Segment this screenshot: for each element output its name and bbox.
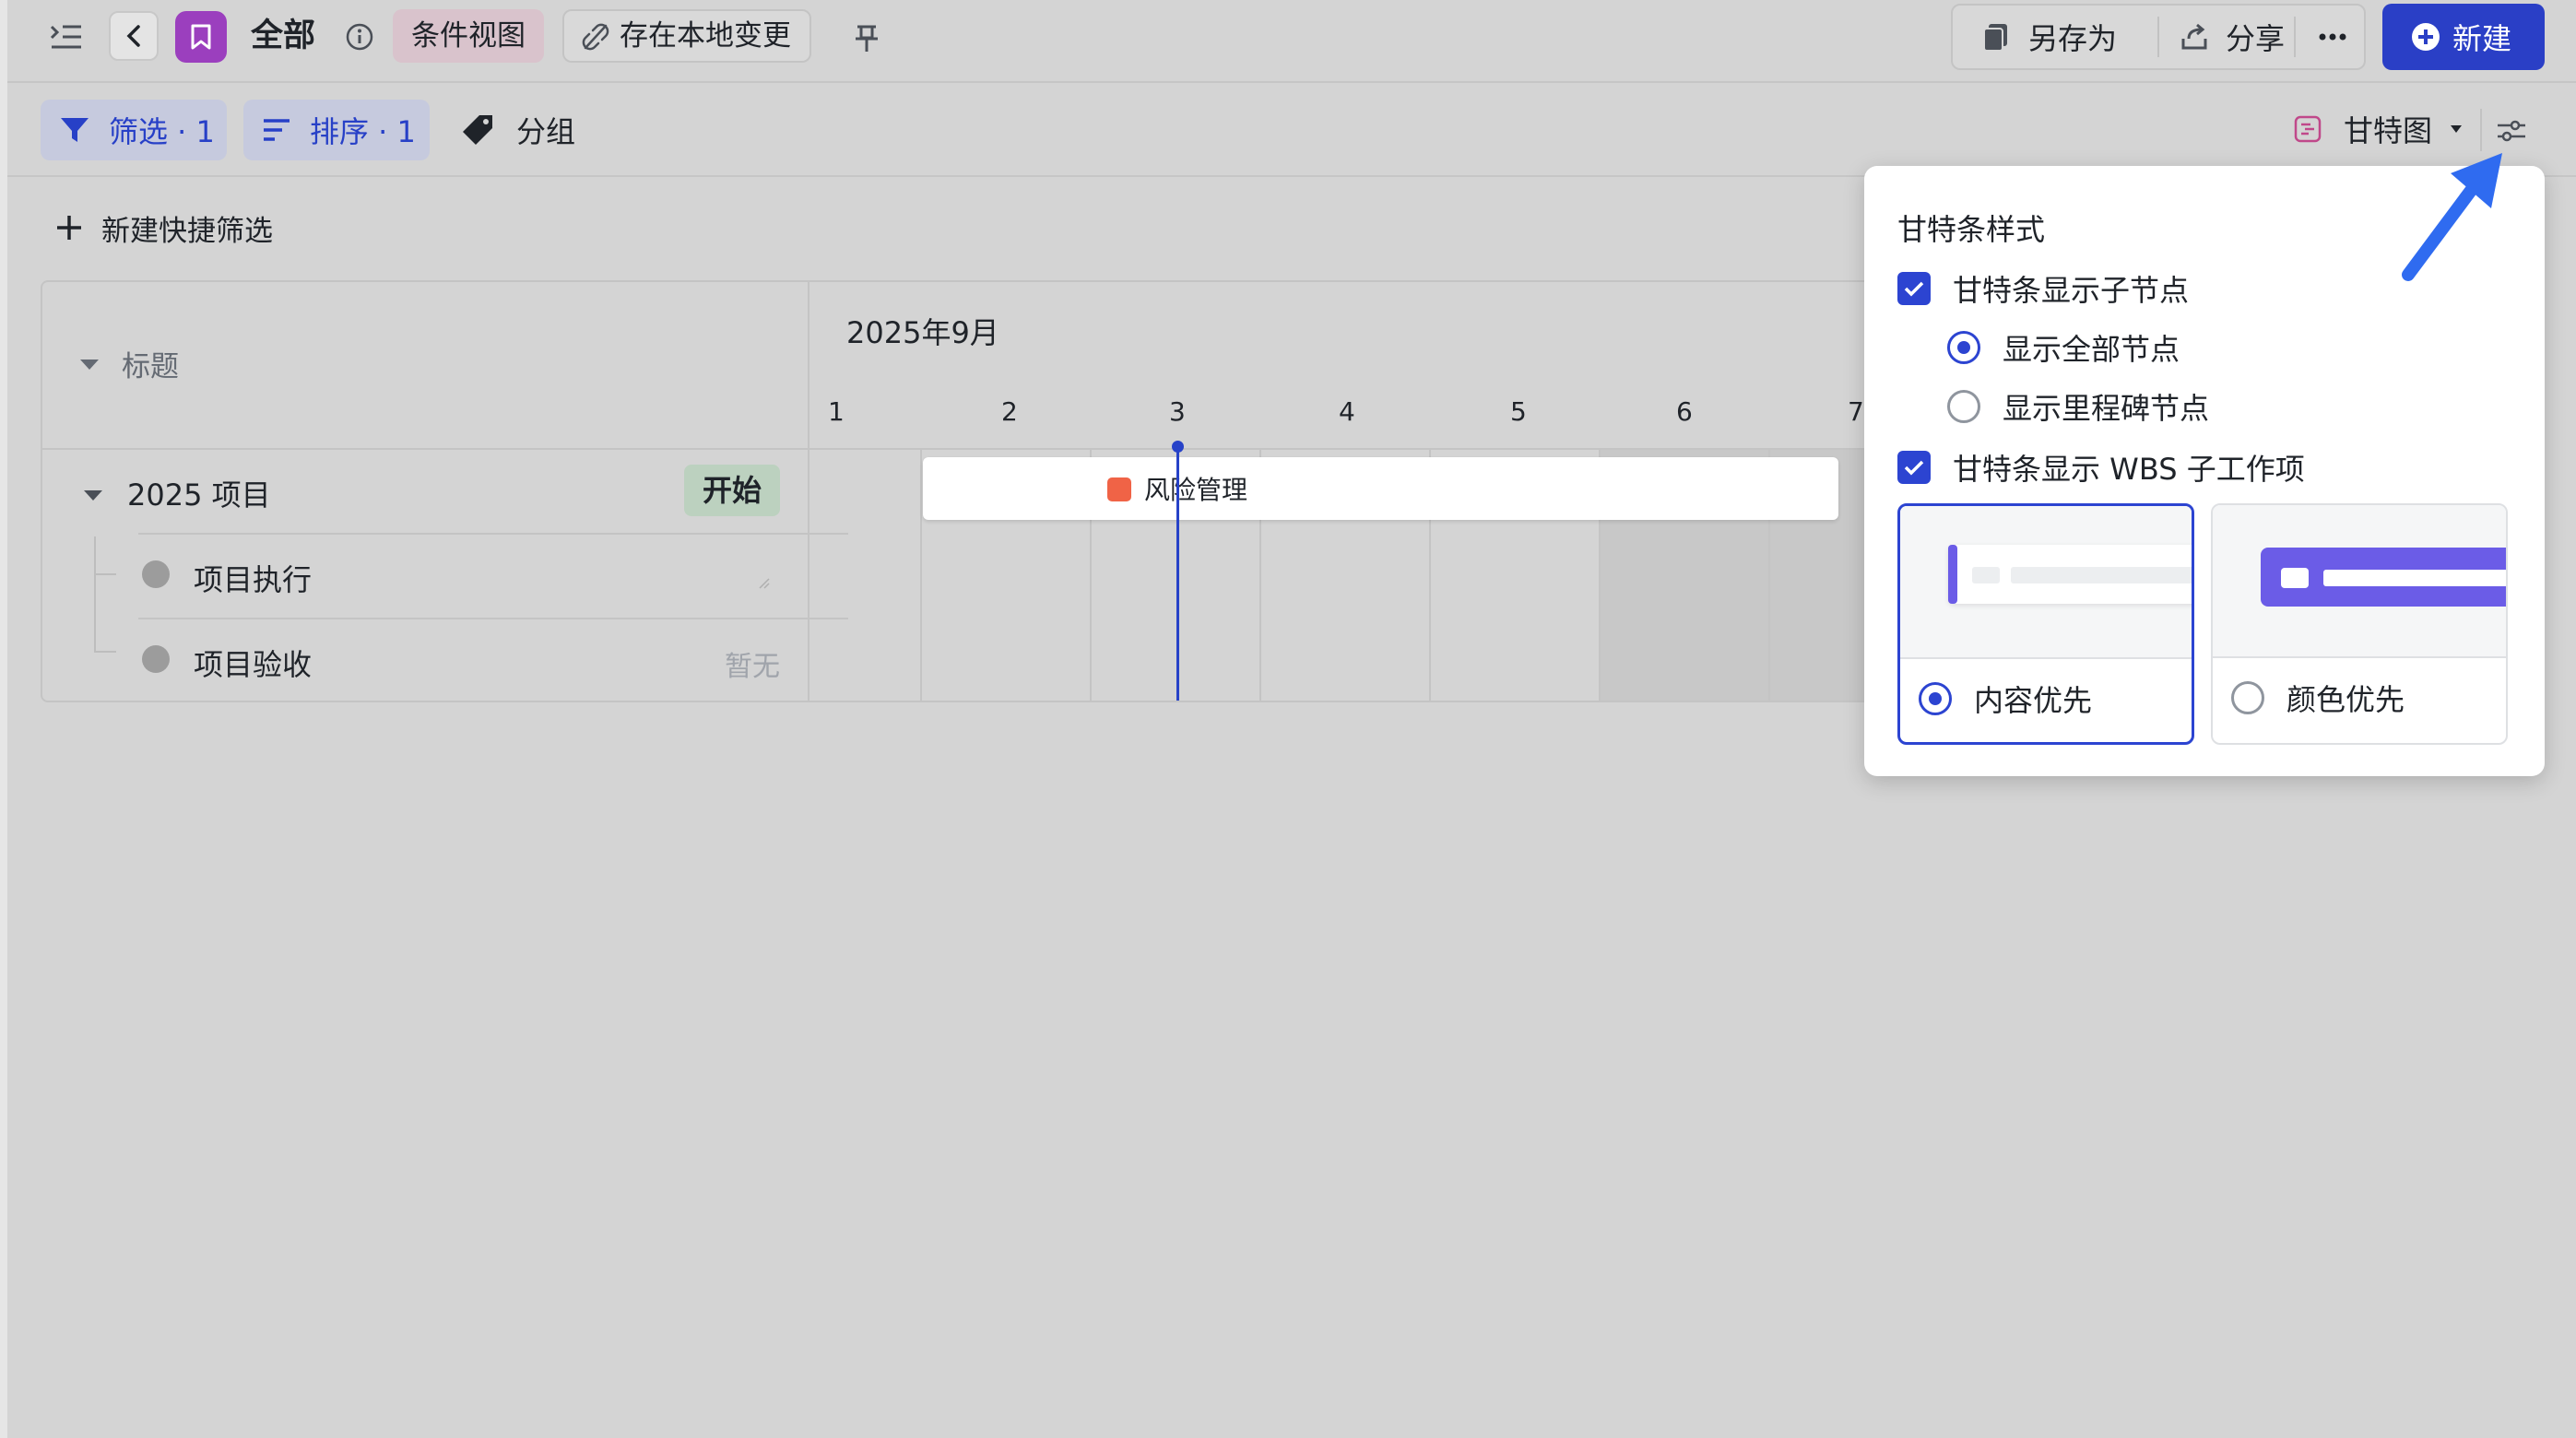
status-dot [142, 560, 170, 588]
new-button[interactable]: 新建 [2382, 4, 2545, 70]
checkbox-checked-icon [1897, 451, 1931, 484]
sort-label: 排序 · 1 [310, 114, 416, 149]
content-first-label: 内容优先 [1974, 683, 2093, 718]
view-logo [175, 11, 227, 63]
quick-filter-label: 新建快捷筛选 [101, 214, 273, 248]
day-label: 4 [1339, 396, 1355, 427]
color-first-label: 颜色优先 [2286, 682, 2405, 717]
today-line [1176, 446, 1179, 701]
expand-caret-icon[interactable] [83, 489, 103, 501]
page-title: 全部 [251, 18, 316, 54]
plus-icon [57, 216, 81, 240]
radio-unselected-icon [1947, 390, 1980, 423]
show-children-label: 甘特条显示子节点 [1953, 273, 2190, 308]
radio-unselected-icon [2231, 681, 2264, 714]
color-first-preview [2213, 505, 2506, 658]
caret-down-icon [80, 359, 99, 370]
day-label: 7 [1848, 396, 1864, 427]
day-label: 6 [1676, 396, 1693, 427]
view-type-label: 甘特图 [2344, 113, 2433, 148]
view-settings-icon[interactable] [2489, 109, 2534, 153]
popover-title: 甘特条样式 [1897, 212, 2046, 247]
day-label: 1 [828, 396, 845, 427]
more-button[interactable] [2312, 6, 2353, 68]
unlink-icon [582, 23, 609, 51]
show-all-nodes-radio[interactable]: 显示全部节点 [1947, 326, 2180, 369]
pin-icon[interactable] [846, 18, 887, 59]
group-label: 分组 [516, 114, 576, 149]
status-badge[interactable]: 开始 [684, 465, 780, 516]
resize-handle-icon[interactable] [758, 577, 771, 590]
day-label: 3 [1169, 396, 1186, 427]
content-first-preview [1900, 506, 2192, 659]
title-column-label: 标题 [122, 350, 179, 383]
group-button[interactable]: 分组 [461, 100, 575, 160]
new-button-label: 新建 [2452, 21, 2512, 56]
left-rail [0, 0, 7, 1438]
share-button[interactable]: 分享 [2180, 6, 2285, 68]
filter-button[interactable]: 筛选 · 1 [41, 100, 227, 160]
show-wbs-checkbox[interactable]: 甘特条显示 WBS 子工作项 [1897, 446, 2305, 489]
content-first-option[interactable]: 内容优先 [1919, 678, 2092, 720]
gantt-bar[interactable]: 风险管理 [923, 457, 1838, 520]
new-quick-filter-button[interactable]: 新建快捷筛选 [55, 205, 273, 251]
caret-down-icon [2451, 125, 2463, 133]
color-first-option[interactable]: 颜色优先 [2231, 677, 2405, 719]
show-wbs-label: 甘特条显示 WBS 子工作项 [1953, 452, 2305, 487]
share-label: 分享 [2226, 21, 2286, 56]
header-action-group: 另存为 分享 [1951, 4, 2366, 70]
gantt-table: 标题 2025年9月 1 2 3 4 5 6 7 2025 项目 开始 项目执行… [41, 280, 1995, 702]
show-all-nodes-label: 显示全部节点 [2003, 332, 2180, 367]
share-icon [2181, 23, 2207, 50]
local-changes-label: 存在本地变更 [620, 19, 791, 53]
show-milestones-label: 显示里程碑节点 [2003, 391, 2210, 426]
gantt-icon [2294, 115, 2322, 143]
show-children-checkbox[interactable]: 甘特条显示子节点 [1897, 267, 2189, 310]
day-label: 2 [1001, 396, 1018, 427]
tag-icon [463, 115, 492, 145]
status-dot [142, 645, 170, 673]
today-dot [1172, 441, 1184, 453]
style-card-content-first[interactable]: 内容优先 [1897, 503, 2194, 745]
back-button[interactable] [109, 11, 159, 61]
day-label: 5 [1510, 396, 1527, 427]
radio-selected-icon [1919, 682, 1952, 715]
sort-icon [264, 119, 290, 141]
title-column-header[interactable]: 标题 [79, 343, 179, 384]
row-title[interactable]: 2025 项目 [127, 472, 271, 514]
row-title[interactable]: 项目执行 [194, 557, 312, 599]
gantt-bar-label: 风险管理 [1144, 475, 1248, 505]
info-icon[interactable] [343, 20, 376, 53]
annotation-arrow-icon [2402, 153, 2502, 281]
risk-color-marker [1107, 477, 1131, 501]
save-as-button[interactable]: 另存为 [1980, 6, 2117, 68]
save-as-label: 另存为 [2028, 21, 2118, 56]
filter-icon [61, 118, 89, 142]
sidebar-toggle-icon[interactable] [44, 17, 89, 57]
row-title[interactable]: 项目验收 [194, 642, 312, 684]
month-label: 2025年9月 [846, 315, 999, 350]
copy-icon [1983, 24, 2007, 52]
filter-label: 筛选 · 1 [109, 114, 215, 149]
checkbox-checked-icon [1897, 272, 1931, 305]
plus-circle-icon [2412, 23, 2440, 51]
local-changes-chip[interactable]: 存在本地变更 [562, 9, 811, 63]
more-icon [2319, 33, 2346, 41]
sort-button[interactable]: 排序 · 1 [243, 100, 430, 160]
show-milestones-radio[interactable]: 显示里程碑节点 [1947, 385, 2209, 428]
style-card-color-first[interactable]: 颜色优先 [2211, 503, 2508, 745]
bookmark-icon [191, 24, 211, 50]
toolbar-divider [2480, 109, 2482, 151]
condition-view-chip[interactable]: 条件视图 [393, 9, 544, 63]
radio-selected-icon [1947, 331, 1980, 364]
status-empty: 暂无 [725, 651, 780, 683]
chevron-left-icon [126, 25, 140, 47]
